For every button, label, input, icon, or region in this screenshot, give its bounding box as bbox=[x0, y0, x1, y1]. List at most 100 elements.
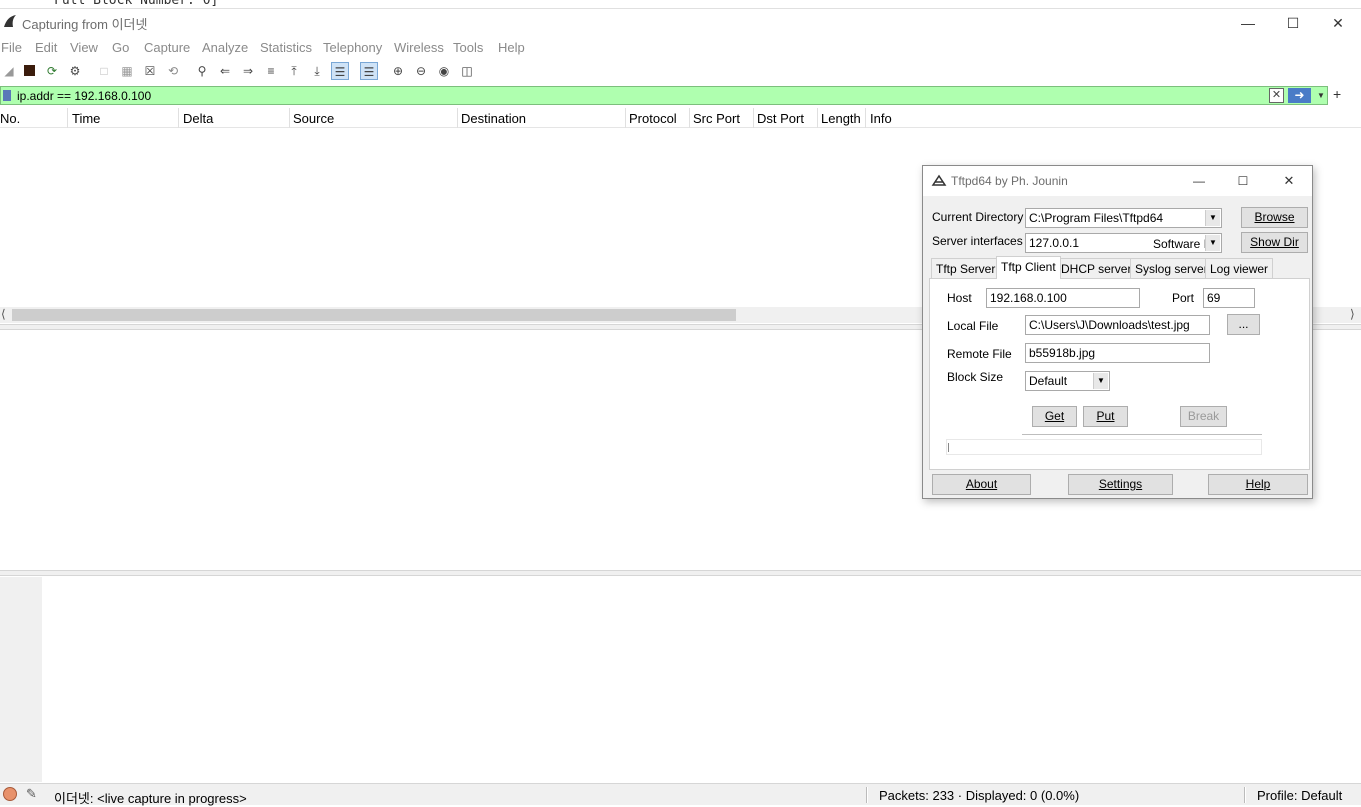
find-packet-icon[interactable]: ⚲ bbox=[193, 62, 211, 80]
port-label: Port bbox=[1172, 291, 1195, 305]
main-toolbar: ◢ ⟳ ⚙ □ ▦ ☒ ⟲ ⚲ ⇐ ⇒ ≡ ⤒ ⤓ ☰ ☰ ⊕ ⊖ ◉ ◫ bbox=[0, 58, 1361, 84]
menu-bar: File Edit View Go Capture Analyze Statis… bbox=[0, 36, 1361, 58]
autoscroll-icon[interactable]: ☰ bbox=[331, 62, 349, 80]
menu-capture[interactable]: Capture bbox=[144, 40, 190, 55]
scroll-left-icon[interactable]: ⟨ bbox=[1, 307, 6, 321]
start-capture-icon[interactable]: ◢ bbox=[0, 62, 18, 80]
column-time[interactable]: Time bbox=[68, 111, 100, 126]
remote-file-input[interactable]: b55918b.jpg bbox=[1025, 343, 1210, 363]
menu-statistics[interactable]: Statistics bbox=[260, 40, 312, 55]
help-button[interactable]: Help bbox=[1208, 474, 1308, 495]
column-length[interactable]: Length bbox=[817, 111, 861, 126]
go-back-icon[interactable]: ⇐ bbox=[216, 62, 234, 80]
menu-edit[interactable]: Edit bbox=[35, 40, 57, 55]
save-file-icon[interactable]: ▦ bbox=[118, 62, 136, 80]
wireshark-fin-icon bbox=[3, 14, 17, 28]
tab-dhcp-server[interactable]: DHCP server bbox=[1056, 258, 1137, 278]
tftpd-app-icon bbox=[931, 173, 947, 189]
expert-info-icon[interactable] bbox=[3, 787, 17, 801]
zoom-in-icon[interactable]: ⊕ bbox=[389, 62, 407, 80]
tftpd-maximize-button[interactable]: ☐ bbox=[1233, 171, 1253, 191]
menu-wireless[interactable]: Wireless bbox=[394, 40, 444, 55]
menu-help[interactable]: Help bbox=[498, 40, 525, 55]
menu-tools[interactable]: Tools bbox=[453, 40, 483, 55]
column-protocol[interactable]: Protocol bbox=[625, 111, 677, 126]
open-file-icon[interactable]: □ bbox=[95, 62, 113, 80]
restart-capture-icon[interactable]: ⟳ bbox=[43, 62, 61, 80]
clear-filter-icon[interactable]: ✕ bbox=[1269, 88, 1284, 103]
show-dir-button[interactable]: Show Dir bbox=[1241, 232, 1308, 253]
maximize-button[interactable]: ☐ bbox=[1283, 13, 1303, 33]
settings-button[interactable]: Settings bbox=[1068, 474, 1173, 495]
menu-go[interactable]: Go bbox=[112, 40, 129, 55]
column-delta[interactable]: Delta bbox=[179, 111, 213, 126]
chevron-down-icon[interactable]: ▼ bbox=[1205, 210, 1220, 226]
first-packet-icon[interactable]: ⤒ bbox=[285, 62, 303, 80]
tab-syslog-server[interactable]: Syslog server bbox=[1130, 258, 1213, 278]
about-button[interactable]: About bbox=[932, 474, 1031, 495]
tab-tftp-client[interactable]: Tftp Client bbox=[996, 256, 1061, 279]
chevron-down-icon[interactable]: ▼ bbox=[1093, 373, 1108, 389]
stop-capture-icon[interactable] bbox=[20, 62, 38, 80]
apply-filter-icon[interactable]: ➜ bbox=[1288, 88, 1311, 103]
go-to-packet-icon[interactable]: ≡ bbox=[262, 62, 280, 80]
get-button[interactable]: Get bbox=[1032, 406, 1077, 427]
server-interfaces-ip: 127.0.0.1 bbox=[1029, 236, 1080, 250]
server-interfaces-name: Software L bbox=[1153, 237, 1211, 251]
host-input[interactable]: 192.168.0.100 bbox=[986, 288, 1140, 308]
zoom-out-icon[interactable]: ⊖ bbox=[412, 62, 430, 80]
menu-view[interactable]: View bbox=[70, 40, 98, 55]
tab-log-viewer[interactable]: Log viewer bbox=[1205, 258, 1274, 278]
status-profile[interactable]: Profile: Default bbox=[1257, 788, 1342, 803]
tftp-client-panel: Host 192.168.0.100 Port 69 Local File C:… bbox=[929, 278, 1310, 470]
status-interface: 이더넷: <live capture in progress> bbox=[54, 791, 247, 806]
tftpd-minimize-button[interactable]: — bbox=[1189, 171, 1209, 191]
filter-dropdown-icon[interactable]: ▼ bbox=[1315, 88, 1327, 103]
server-interfaces-label: Server interfaces bbox=[932, 234, 1023, 248]
put-button[interactable]: Put bbox=[1083, 406, 1128, 427]
local-file-label: Local File bbox=[947, 319, 999, 333]
browse-button[interactable]: Browse bbox=[1241, 207, 1308, 228]
column-destination[interactable]: Destination bbox=[457, 111, 526, 126]
break-button[interactable]: Break bbox=[1180, 406, 1227, 427]
chevron-down-icon[interactable]: ▼ bbox=[1205, 235, 1220, 251]
go-forward-icon[interactable]: ⇒ bbox=[239, 62, 257, 80]
colorize-icon[interactable]: ☰ bbox=[360, 62, 378, 80]
last-packet-icon[interactable]: ⤓ bbox=[308, 62, 326, 80]
bookmark-icon[interactable] bbox=[3, 90, 11, 101]
current-directory-select[interactable]: C:\Program Files\Tftpd64 ▼ bbox=[1025, 208, 1222, 228]
background-text-strip: Full Block Number: 0] bbox=[0, 0, 1361, 8]
menu-telephony[interactable]: Telephony bbox=[323, 40, 382, 55]
scroll-thumb[interactable] bbox=[12, 309, 736, 321]
menu-analyze[interactable]: Analyze bbox=[202, 40, 248, 55]
zoom-normal-icon[interactable]: ◉ bbox=[435, 62, 453, 80]
display-filter-input[interactable]: ip.addr == 192.168.0.100 ✕ ➜ ▼ bbox=[0, 86, 1328, 105]
local-file-browse-button[interactable]: ... bbox=[1227, 314, 1260, 335]
status-bar: ✎ 이더넷: <live capture in progress> Packet… bbox=[0, 783, 1361, 806]
scroll-right-icon[interactable]: ⟩ bbox=[1350, 307, 1355, 321]
column-dst-port[interactable]: Dst Port bbox=[753, 111, 804, 126]
progress-separator bbox=[1022, 434, 1262, 435]
transfer-progress-bar bbox=[946, 439, 1262, 455]
block-size-select[interactable]: Default ▼ bbox=[1025, 371, 1110, 391]
resize-columns-icon[interactable]: ◫ bbox=[458, 62, 476, 80]
column-src-port[interactable]: Src Port bbox=[689, 111, 740, 126]
port-input[interactable]: 69 bbox=[1203, 288, 1255, 308]
server-interfaces-select[interactable]: 127.0.0.1 Software L ▼ bbox=[1025, 233, 1222, 253]
column-info[interactable]: Info bbox=[866, 111, 892, 126]
pane-splitter[interactable] bbox=[0, 570, 1361, 576]
minimize-button[interactable]: — bbox=[1238, 13, 1258, 33]
close-file-icon[interactable]: ☒ bbox=[141, 62, 159, 80]
tab-tftp-server[interactable]: Tftp Server bbox=[931, 258, 1001, 278]
menu-file[interactable]: File bbox=[1, 40, 22, 55]
capture-options-icon[interactable]: ⚙ bbox=[66, 62, 84, 80]
reload-file-icon[interactable]: ⟲ bbox=[164, 62, 182, 80]
tftpd-close-button[interactable]: ✕ bbox=[1279, 171, 1299, 191]
remote-file-label: Remote File bbox=[947, 347, 1012, 361]
column-no[interactable]: No. bbox=[0, 111, 20, 126]
comment-icon[interactable]: ✎ bbox=[26, 786, 37, 802]
add-filter-button-icon[interactable]: + bbox=[1333, 86, 1341, 102]
local-file-input[interactable]: C:\Users\J\Downloads\test.jpg bbox=[1025, 315, 1210, 335]
close-button[interactable]: ✕ bbox=[1328, 13, 1348, 33]
column-source[interactable]: Source bbox=[289, 111, 334, 126]
